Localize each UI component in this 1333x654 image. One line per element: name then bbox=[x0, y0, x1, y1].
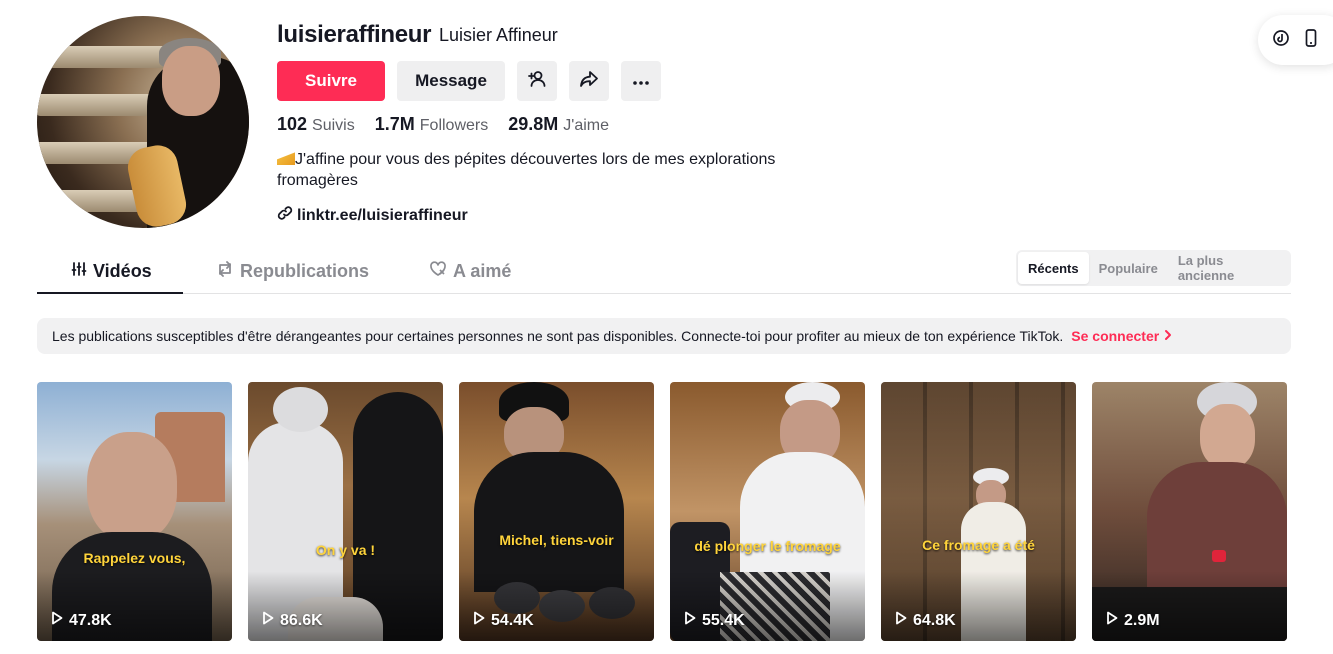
stat-followers[interactable]: 1.7M Followers bbox=[375, 114, 489, 135]
bio-line-2: fromagères bbox=[277, 172, 358, 189]
stat-likes-label: J'aime bbox=[563, 117, 609, 134]
more-options-button[interactable] bbox=[621, 61, 661, 101]
login-link[interactable]: Se connecter bbox=[1071, 328, 1173, 344]
profile-username: luisieraffineur bbox=[277, 21, 432, 48]
share-button[interactable] bbox=[569, 61, 609, 101]
more-horizontal-icon bbox=[632, 71, 650, 91]
play-icon bbox=[262, 611, 274, 630]
active-tab-indicator bbox=[37, 292, 183, 294]
tab-videos[interactable]: Vidéos bbox=[71, 250, 152, 293]
profile-stats: 102 Suivis 1.7M Followers 29.8M J'aime bbox=[277, 114, 609, 135]
video-caption: On y va ! bbox=[315, 542, 376, 558]
profile-bio: J'affine pour vous des pépites découvert… bbox=[277, 149, 817, 191]
face-shape bbox=[87, 432, 177, 542]
heart-hidden-icon bbox=[429, 261, 447, 282]
hairnet-shape bbox=[273, 387, 328, 432]
add-friend-button[interactable] bbox=[517, 61, 557, 101]
content-notice-banner: Les publications susceptibles d'être dér… bbox=[37, 318, 1291, 354]
profile-nickname: Luisier Affineur bbox=[439, 25, 558, 45]
play-icon bbox=[684, 611, 696, 630]
video-card[interactable]: Michel, tiens-voir 54.4K bbox=[459, 382, 654, 641]
share-icon bbox=[579, 69, 599, 94]
bio-line-1: J'affine pour vous des pépites découvert… bbox=[295, 151, 776, 168]
video-caption: Rappelez vous, bbox=[83, 550, 186, 566]
profile-link-text: linktr.ee/luisieraffineur bbox=[297, 206, 468, 224]
link-icon bbox=[277, 205, 293, 226]
face-shape bbox=[1200, 404, 1255, 469]
stat-following[interactable]: 102 Suivis bbox=[277, 114, 355, 135]
cheese-emoji-icon bbox=[277, 152, 295, 165]
video-views-count: 64.8K bbox=[913, 611, 956, 629]
follow-button[interactable]: Suivre bbox=[277, 61, 385, 101]
video-caption: dé plonger le fromage bbox=[694, 538, 841, 554]
stat-followers-label: Followers bbox=[419, 117, 489, 134]
video-card[interactable]: On y va ! 86.6K bbox=[248, 382, 443, 641]
video-views: 64.8K bbox=[895, 611, 956, 630]
tab-liked[interactable]: A aimé bbox=[429, 250, 511, 293]
stat-following-count: 102 bbox=[277, 114, 308, 134]
message-button[interactable]: Message bbox=[397, 61, 505, 101]
add-user-icon bbox=[527, 69, 547, 94]
notice-text: Les publications susceptibles d'être dér… bbox=[52, 328, 1064, 344]
profile-avatar[interactable] bbox=[37, 16, 249, 228]
video-caption: Michel, tiens-voir bbox=[499, 532, 614, 548]
chevron-right-icon bbox=[1163, 328, 1173, 344]
video-views: 55.4K bbox=[684, 611, 745, 630]
profile-link[interactable]: linktr.ee/luisieraffineur bbox=[277, 205, 468, 226]
sort-control: Récents Populaire La plus ancienne bbox=[1016, 250, 1291, 286]
video-views-count: 55.4K bbox=[702, 611, 745, 629]
stat-likes: 29.8M J'aime bbox=[508, 114, 609, 135]
video-card[interactable]: Rappelez vous, 47.8K bbox=[37, 382, 232, 641]
play-icon bbox=[51, 611, 63, 630]
video-views-count: 86.6K bbox=[280, 611, 323, 629]
video-card[interactable]: dé plonger le fromage 55.4K bbox=[670, 382, 865, 641]
video-views: 47.8K bbox=[51, 611, 112, 630]
sort-popular[interactable]: Populaire bbox=[1089, 252, 1168, 284]
sort-oldest[interactable]: La plus ancienne bbox=[1168, 252, 1289, 284]
tab-reposts[interactable]: Republications bbox=[216, 250, 369, 293]
tab-videos-label: Vidéos bbox=[93, 261, 152, 281]
tab-reposts-label: Republications bbox=[240, 261, 370, 281]
play-icon bbox=[895, 611, 907, 630]
video-views: 86.6K bbox=[262, 611, 323, 630]
stat-followers-count: 1.7M bbox=[374, 114, 415, 134]
login-link-label: Se connecter bbox=[1071, 328, 1160, 344]
video-views-count: 47.8K bbox=[69, 611, 112, 629]
video-grid: Rappelez vous, 47.8K On y va ! 86.6K Mic… bbox=[37, 382, 1287, 641]
video-card[interactable]: Ce fromage a été 64.8K bbox=[881, 382, 1076, 641]
stat-likes-count: 29.8M bbox=[508, 114, 559, 134]
video-card[interactable]: 2.9M bbox=[1092, 382, 1287, 641]
tiktok-disc-icon[interactable] bbox=[1272, 29, 1290, 52]
knife-shape bbox=[1212, 550, 1226, 562]
videos-grid-icon bbox=[71, 261, 87, 282]
play-icon bbox=[1106, 611, 1118, 630]
sort-recent[interactable]: Récents bbox=[1018, 252, 1089, 284]
video-views-count: 2.9M bbox=[1124, 611, 1160, 629]
video-views: 2.9M bbox=[1106, 611, 1160, 630]
play-icon bbox=[473, 611, 485, 630]
floating-widget bbox=[1258, 15, 1333, 65]
stat-following-label: Suivis bbox=[312, 117, 355, 134]
video-views: 54.4K bbox=[473, 611, 534, 630]
tab-liked-label: A aimé bbox=[453, 261, 512, 281]
repost-icon bbox=[216, 261, 234, 282]
video-caption: Ce fromage a été bbox=[922, 537, 1035, 553]
video-views-count: 54.4K bbox=[491, 611, 534, 629]
mobile-device-icon[interactable] bbox=[1304, 28, 1318, 52]
